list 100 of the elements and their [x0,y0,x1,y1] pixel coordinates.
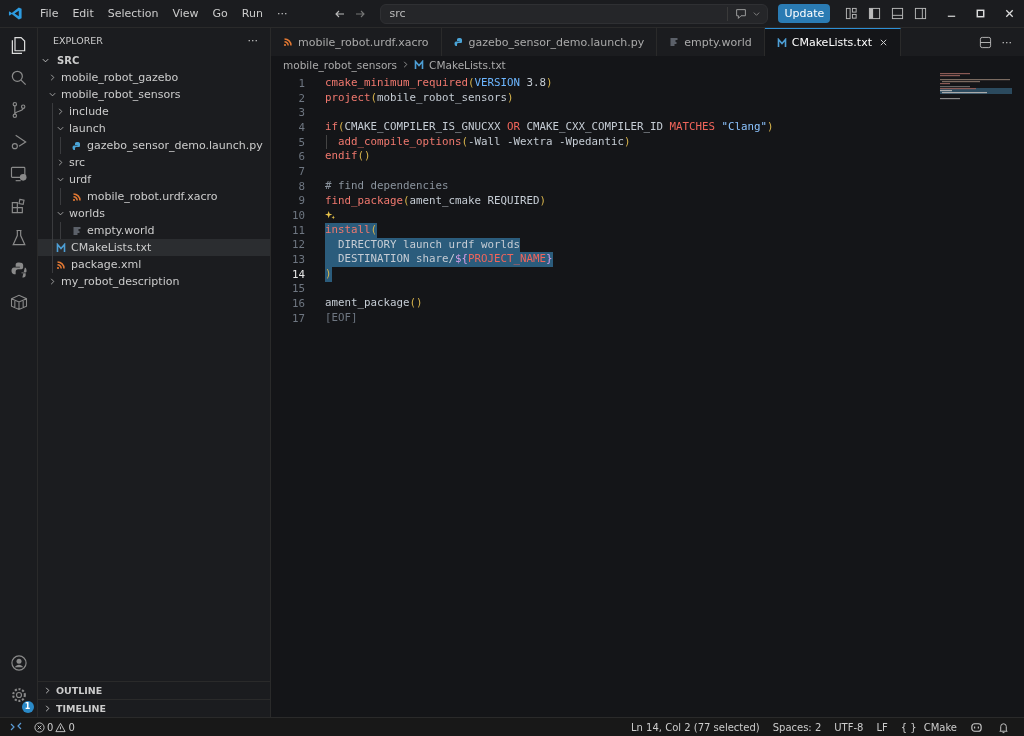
root-folder-label: SRC [57,55,80,66]
editor-tab[interactable]: empty.world [657,28,765,56]
code-line: cmake_minimum_required(VERSION 3.8) [325,76,553,91]
line-number: 3 [297,106,305,120]
chevron-down-icon[interactable] [752,9,762,18]
line-number: 4 [297,120,305,134]
line-number: 11 [291,223,305,237]
problems-status[interactable]: 0 0 [34,721,75,733]
split-editor-icon[interactable] [978,35,992,49]
maximize-icon[interactable] [975,8,986,19]
account-icon[interactable] [8,653,29,673]
tree-item[interactable]: worlds [38,205,270,222]
root-folder-header[interactable]: SRC [38,52,270,69]
package-box-icon[interactable] [8,292,29,312]
line-number: 6 [297,150,305,164]
menu-item[interactable]: Selection [100,7,166,20]
toggle-panel-icon[interactable] [891,7,904,20]
text-lines-icon [72,225,82,236]
menu-item[interactable]: File [33,7,66,20]
menu-item[interactable]: Go [205,7,235,20]
python-file-icon [72,140,82,151]
tree-item[interactable]: package.xml [38,256,270,273]
remote-monitor-icon[interactable] [8,164,29,184]
line-number: 7 [297,164,305,178]
toggle-secondary-sidebar-icon[interactable] [914,7,927,20]
tree-item[interactable]: mobile_robot_sensors [38,86,270,103]
line-number: 5 [297,135,305,149]
line-number: 13 [291,253,305,267]
code-line: ament_package() [325,296,423,311]
line-number: 9 [297,194,305,208]
tree-item[interactable]: gazebo_sensor_demo.launch.py [38,137,270,154]
status-item[interactable]: LF [876,721,888,733]
breadcrumb-item[interactable]: mobile_robot_sensors [283,58,398,71]
line-number: 16 [291,297,305,311]
app-logo-icon[interactable] [8,6,23,21]
toggle-sidebar-icon[interactable] [868,7,881,20]
code-line: # find dependencies [325,178,449,194]
line-number: 15 [291,282,305,296]
menu-item[interactable]: View [165,7,206,20]
tree-item[interactable]: my_robot_description [38,273,270,290]
tree-item[interactable]: mobile_robot.urdf.xacro [38,188,270,205]
code-line: endif() [325,149,371,165]
rss-file-icon [56,259,66,270]
line-number: 17 [291,311,305,325]
tree-item[interactable]: src [38,154,270,171]
rss-file-icon [72,191,82,202]
line-number: 2 [297,91,305,105]
m-letter-file-icon [776,37,787,48]
status-item[interactable]: Ln 14, Col 2 (77 selected) [631,721,760,733]
warning-icon [55,721,67,733]
menu-item[interactable]: Edit [65,7,101,20]
line-number: 10 [291,209,305,223]
text-lines-icon [669,37,680,47]
command-search-field[interactable]: src [380,3,769,24]
more-actions-button[interactable]: ··· [1001,35,1012,49]
line-number: 14 [291,267,305,281]
more-actions-button[interactable]: ··· [247,33,258,47]
rss-file-icon [283,37,293,47]
tree-item[interactable]: mobile_robot_gazebo [38,69,270,86]
layout-icon[interactable] [845,7,858,20]
code-line: project(mobile_robot_sensors) [325,90,514,106]
bell-icon[interactable] [997,720,1010,734]
m-letter-file-icon [414,59,425,70]
warning-count: 0 [68,721,75,733]
status-item[interactable]: Spaces: 2 [772,721,822,733]
error-icon [34,721,45,733]
code-line: [EOF] [325,311,358,326]
code-line: if(CMAKE_COMPILER_IS_GNUCXX OR CMAKE_CXX_COMPILER_ID MATCHES "Clang") [325,120,774,135]
editor-tab[interactable]: gazebo_sensor_demo.launch.py [441,28,658,56]
python-file-icon [453,37,464,47]
breadcrumb-item[interactable]: CMakeLists.txt [414,58,506,71]
tree-item[interactable]: launch [38,120,270,137]
close-icon[interactable] [1004,8,1015,19]
error-count: 0 [47,721,54,733]
code-line: add_compile_options(-Wall -Wextra -Wpedantic) [337,134,631,150]
notification-badge: 1 [21,701,34,713]
tree-item[interactable]: urdf [38,171,270,188]
line-number: 1 [297,76,305,90]
tree-item[interactable]: CMakeLists.txt [38,239,270,256]
language-mode-button[interactable]: { } CMake [900,721,957,733]
explorer-title: EXPLORER [53,34,103,46]
m-letter-file-icon [56,242,66,253]
editor-tab[interactable]: mobile_robot.urdf.xacro [271,28,442,56]
line-number: 8 [297,179,305,193]
chevron-right-icon [401,60,411,69]
tree-item[interactable]: empty.world [38,222,270,239]
close-icon[interactable] [878,38,888,47]
copilot-icon[interactable] [970,720,983,734]
menu-item[interactable]: ··· [269,7,295,20]
tree-item[interactable]: include [38,103,270,120]
chat-icon[interactable] [734,6,749,21]
code-line: find_package(ament_cmake REQUIRED) [325,193,547,209]
sparkle-icon[interactable] [325,210,336,222]
remote-connection-icon[interactable] [10,721,22,733]
line-number: 12 [291,238,305,252]
panel-header[interactable]: OUTLINE [38,681,270,699]
update-button[interactable]: Update [778,4,831,23]
editor-tab[interactable]: CMakeLists.txt [764,28,901,56]
status-item[interactable]: UTF-8 [834,721,864,733]
menu-item[interactable]: Run [234,7,270,20]
